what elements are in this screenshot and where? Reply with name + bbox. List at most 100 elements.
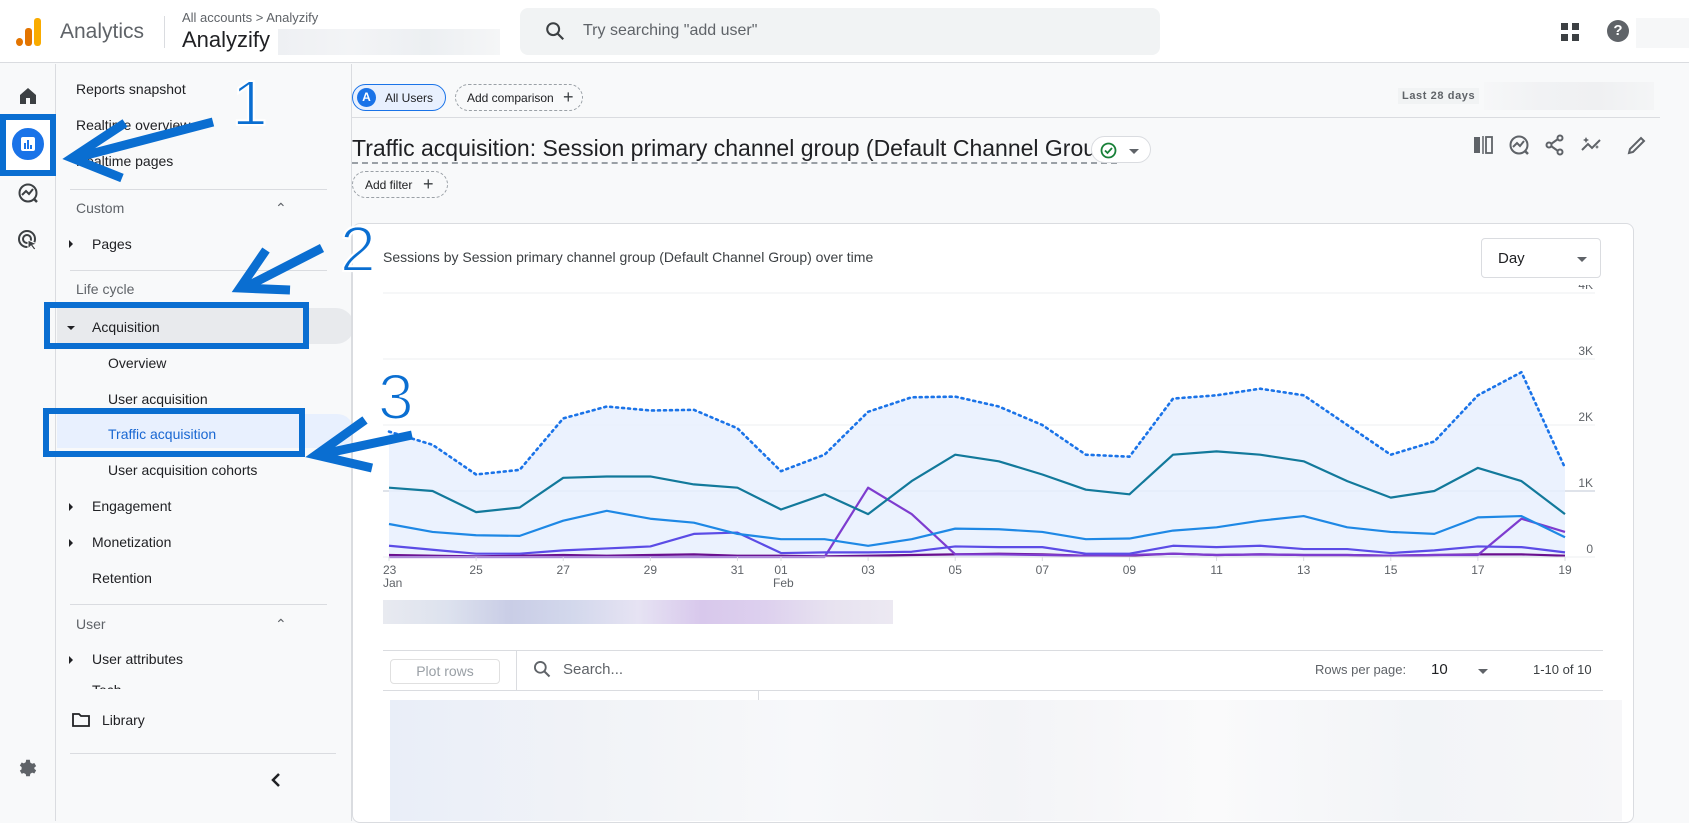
table-search-input[interactable]: Search...: [563, 661, 623, 678]
redacted-legend: [383, 600, 893, 624]
y-tick-label: 3K: [1578, 344, 1593, 358]
nav-retention[interactable]: Retention: [92, 570, 152, 586]
nav-library[interactable]: Library: [102, 712, 145, 728]
x-tick-sublabel: Feb: [773, 576, 794, 590]
global-search[interactable]: Try searching "add user": [520, 8, 1160, 55]
rows-per-page-label: Rows per page:: [1315, 662, 1407, 677]
caret-down-icon[interactable]: [1478, 669, 1488, 674]
edit-pencil-icon[interactable]: [1626, 134, 1648, 156]
x-tick-label: 13: [1297, 563, 1311, 577]
y-tick-label: 0: [1586, 542, 1593, 556]
x-tick-label: 15: [1384, 563, 1398, 577]
y-tick-label: 2K: [1578, 410, 1593, 424]
segment-label: All Users: [385, 91, 434, 105]
nav-traffic-acquisition[interactable]: Traffic acquisition: [108, 426, 216, 442]
report-status-dropdown[interactable]: [1091, 136, 1151, 163]
home-icon[interactable]: [16, 84, 40, 108]
x-tick-label: 01: [774, 563, 788, 577]
help-icon[interactable]: ?: [1607, 20, 1629, 42]
nav-acquisition[interactable]: Acquisition: [92, 319, 160, 335]
chart-title: Sessions by Session primary channel grou…: [383, 249, 874, 265]
pagination-label: 1-10 of 10: [1533, 662, 1592, 677]
sessions-line-chart[interactable]: 0 1K 2K 3K 4K 23Jan 25 27 29 31 01Feb 03 05 07 09 11 13 1…: [383, 285, 1603, 595]
analytics-logo[interactable]: [16, 16, 42, 46]
add-filter-label: Add filter: [365, 178, 413, 192]
x-tick-label: 25: [469, 563, 483, 577]
caret-right-icon[interactable]: [69, 503, 73, 511]
nav-realtime-overview[interactable]: Realtime overview: [76, 117, 190, 133]
nav-reports-snapshot[interactable]: Reports snapshot: [76, 81, 186, 97]
redacted-avatar[interactable]: [1636, 18, 1689, 48]
nav-user-acquisition[interactable]: User acquisition: [108, 391, 208, 407]
nav-realtime-pages[interactable]: Realtime pages: [76, 153, 173, 169]
search-placeholder: Try searching "add user": [583, 22, 758, 39]
page-title[interactable]: Traffic acquisition: Session primary cha…: [352, 135, 1117, 164]
granularity-select[interactable]: Day: [1481, 238, 1601, 278]
divider: [70, 753, 336, 754]
top-bar: Analytics All accounts > Analyzify Analy…: [0, 0, 1689, 63]
segment-chip-all-users[interactable]: A All Users: [352, 84, 446, 111]
nav-user-attributes[interactable]: User attributes: [92, 651, 183, 667]
caret-right-icon[interactable]: [69, 656, 73, 664]
add-filter-button[interactable]: Add filter +: [352, 171, 448, 198]
rows-per-page-select[interactable]: 10: [1431, 661, 1448, 678]
redacted-property-name: [278, 29, 500, 55]
section-custom[interactable]: Custom: [76, 200, 124, 216]
breadcrumb[interactable]: All accounts > Analyzify: [182, 10, 318, 25]
annotation-number-2: 2: [339, 212, 377, 286]
reports-icon: [9, 125, 47, 163]
divider: [352, 117, 1660, 118]
nav-monetization[interactable]: Monetization: [92, 534, 171, 550]
x-tick-label: 19: [1558, 563, 1572, 577]
x-tick-label: 17: [1471, 563, 1485, 577]
divider: [758, 690, 759, 700]
divider: [164, 16, 165, 48]
nav-tech[interactable]: Tech: [92, 682, 122, 689]
x-tick-label: 03: [861, 563, 875, 577]
date-range-label[interactable]: Last 28 days: [1398, 88, 1480, 104]
y-tick-label: 4K: [1578, 285, 1593, 292]
add-comparison-button[interactable]: Add comparison +: [455, 84, 583, 111]
caret-down-icon[interactable]: [67, 326, 75, 330]
x-tick-label: 05: [949, 563, 963, 577]
share-icon[interactable]: [1544, 134, 1566, 156]
chevron-up-icon[interactable]: ⌃: [275, 200, 287, 217]
x-tick-label: 31: [731, 563, 745, 577]
annotation-number-3: 3: [377, 360, 415, 434]
insights-icon[interactable]: [1508, 134, 1530, 156]
divider: [70, 270, 327, 271]
redacted-date-range[interactable]: [1484, 82, 1654, 110]
chevron-up-icon[interactable]: ⌃: [275, 616, 287, 633]
compare-columns-icon[interactable]: [1472, 134, 1494, 156]
caret-down-icon: [1577, 257, 1587, 262]
divider: [516, 650, 517, 690]
trend-sparkle-icon[interactable]: [1580, 134, 1604, 156]
divider: [70, 604, 327, 605]
advertising-icon[interactable]: [16, 228, 40, 252]
nav-user-acquisition-cohorts[interactable]: User acquisition cohorts: [108, 462, 257, 478]
redacted-table: [390, 700, 1622, 821]
explore-icon[interactable]: [16, 181, 40, 205]
add-comparison-label: Add comparison: [467, 91, 554, 105]
divider: [383, 650, 1603, 651]
caret-right-icon[interactable]: [69, 240, 73, 248]
account-selector[interactable]: Analyzify: [182, 27, 270, 53]
divider: [383, 690, 1603, 691]
admin-gear-icon[interactable]: [16, 756, 40, 780]
nav-pages[interactable]: Pages: [92, 236, 132, 252]
apps-grid-icon[interactable]: [1561, 23, 1579, 41]
collapse-chevron-left-icon[interactable]: [270, 772, 282, 788]
x-tick-label: 11: [1210, 563, 1223, 577]
nav-overview[interactable]: Overview: [108, 355, 166, 371]
x-tick-sublabel: Jan: [383, 576, 402, 590]
plot-rows-button[interactable]: Plot rows: [390, 659, 500, 684]
check-circle-icon: [1100, 142, 1117, 159]
caret-down-icon: [1129, 149, 1139, 154]
nav-engagement[interactable]: Engagement: [92, 498, 171, 514]
x-tick-label: 23: [383, 563, 397, 577]
reports-nav: Reports snapshot Realtime overview Realt…: [57, 64, 352, 821]
section-lifecycle[interactable]: Life cycle: [76, 281, 134, 297]
rail-reports-active[interactable]: [0, 116, 56, 176]
caret-right-icon[interactable]: [69, 539, 73, 547]
section-user[interactable]: User: [76, 616, 106, 632]
